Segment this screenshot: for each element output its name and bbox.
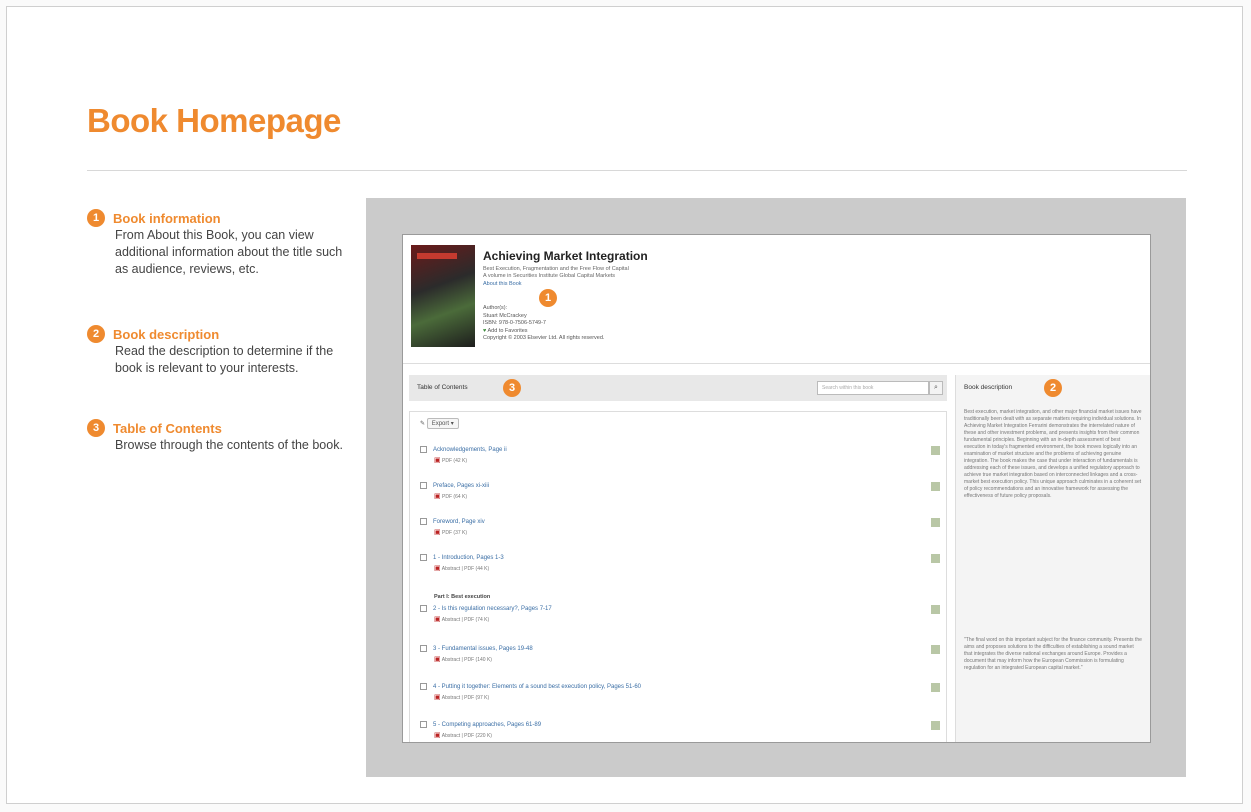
search-within-book-input[interactable]: Search within this book: [817, 381, 929, 395]
page-title: Book Homepage: [87, 102, 341, 139]
callout-description: Browse through the contents of the book.: [115, 438, 343, 452]
toc-item-sub[interactable]: PDF (37 K): [442, 530, 467, 536]
toc-checkbox[interactable]: [420, 645, 427, 652]
description-text: Best execution, market integration, and …: [964, 409, 1142, 499]
export-label: Export: [431, 421, 450, 427]
pdf-icon: ▣: [434, 565, 441, 573]
search-icon: ⌕: [934, 384, 938, 391]
callout-book-description: 2 Book description Read the description t…: [87, 325, 357, 377]
toc-item: 4 - Putting it together: Elements of a s…: [420, 683, 940, 701]
preview-icon[interactable]: [931, 554, 940, 563]
pdf-icon: ▣: [434, 694, 441, 702]
toc-item: Preface, Pages xi-xiii ▣ PDF (64 K): [420, 482, 940, 500]
callout-number-badge: 3: [87, 419, 105, 437]
preview-icon[interactable]: [931, 645, 940, 654]
book-metadata: Author(s): Stuart McCrackey ISBN: 978-0-…: [483, 305, 604, 343]
toc-checkbox[interactable]: [420, 446, 427, 453]
pdf-icon: ▣: [434, 656, 441, 664]
toc-checkbox[interactable]: [420, 683, 427, 690]
toc-checkbox[interactable]: [420, 554, 427, 561]
series-line: A volume in Securities Institute Global …: [483, 273, 616, 279]
page: Book Homepage 1 Book information From Abo…: [6, 6, 1243, 804]
export-icon: ✎: [420, 421, 426, 427]
screenshot-frame: Achieving Market Integration Best Execut…: [366, 198, 1186, 777]
callout-description: From About this Book, you can view addit…: [115, 228, 343, 276]
add-to-favorites-link[interactable]: ♥ Add to Favorites: [483, 328, 604, 336]
heart-icon: ♥: [483, 327, 487, 334]
pdf-icon: ▣: [434, 616, 441, 624]
toc-item: Foreword, Page xiv ▣ PDF (37 K): [420, 518, 940, 536]
embedded-screenshot: Achieving Market Integration Best Execut…: [402, 234, 1151, 743]
toc-item-sub[interactable]: Abstract | PDF (140 K): [442, 657, 492, 663]
toc-item-sub[interactable]: Abstract | PDF (44 K): [442, 566, 489, 572]
callout-marker-2: 2: [1044, 379, 1062, 397]
toc-item: Acknowledgements, Page ii ▣ PDF (42 K): [420, 446, 940, 464]
toc-item-link[interactable]: 1 - Introduction, Pages 1-3: [433, 555, 504, 561]
favorites-label: Add to Favorites: [487, 327, 528, 334]
pdf-icon: ▣: [434, 529, 441, 537]
toc-toolbar: ✎ Export ▾: [420, 418, 459, 429]
preview-icon[interactable]: [931, 446, 940, 455]
toc-item-link[interactable]: 4 - Putting it together: Elements of a s…: [433, 684, 641, 690]
callout-marker-3: 3: [503, 379, 521, 397]
toc-checkbox[interactable]: [420, 518, 427, 525]
toc-item-sub[interactable]: Abstract | PDF (74 K): [442, 617, 489, 623]
callout-number-badge: 1: [87, 209, 105, 227]
authors-label: Author(s):: [483, 305, 508, 311]
about-this-book-link[interactable]: About this Book: [483, 281, 522, 287]
author-name: Stuart McCrackey: [483, 312, 527, 319]
toc-item: 1 - Introduction, Pages 1-3 ▣ Abstract |…: [420, 554, 940, 572]
callout-description: Read the description to determine if the…: [115, 344, 334, 375]
pdf-icon: ▣: [434, 457, 441, 465]
preview-icon[interactable]: [931, 683, 940, 692]
toc-item-sub[interactable]: PDF (64 K): [442, 494, 467, 500]
divider: [87, 170, 1187, 171]
toc-header-bar: Table of Contents 3 Search within this b…: [409, 375, 947, 401]
description-label: Book description: [964, 384, 1013, 391]
toc-checkbox[interactable]: [420, 721, 427, 728]
toc-item-link[interactable]: 2 - Is this regulation necessary?, Pages…: [433, 606, 552, 612]
callout-title: Book information: [113, 210, 221, 226]
preview-icon[interactable]: [931, 721, 940, 730]
pdf-icon: ▣: [434, 493, 441, 501]
preview-icon[interactable]: [931, 518, 940, 527]
callout-number-badge: 2: [87, 325, 105, 343]
export-dropdown[interactable]: Export ▾: [426, 418, 459, 429]
toc-item-link[interactable]: Preface, Pages xi-xiii: [433, 483, 489, 489]
callout-title: Table of Contents: [113, 420, 222, 436]
description-quote: "The final word on this important subjec…: [964, 637, 1142, 671]
toc-item-link[interactable]: Foreword, Page xiv: [433, 519, 485, 525]
book-header: Achieving Market Integration Best Execut…: [403, 235, 1150, 364]
toc-item: 2 - Is this regulation necessary?, Pages…: [420, 605, 940, 623]
book-description-panel: Book description 2 Best execution, marke…: [955, 375, 1150, 742]
subtitle-line: Best Execution, Fragmentation and the Fr…: [483, 266, 629, 272]
book-subtitle: Best Execution, Fragmentation and the Fr…: [483, 266, 783, 280]
book-cover[interactable]: [411, 245, 475, 347]
toc-list: ✎ Export ▾ Acknowledgements, Page ii ▣ P…: [409, 411, 947, 742]
toc-item-link[interactable]: 5 - Competing approaches, Pages 61-89: [433, 722, 541, 728]
callout-title: Book description: [113, 326, 220, 342]
toc-item-sub[interactable]: Abstract | PDF (97 K): [442, 695, 489, 701]
toc-checkbox[interactable]: [420, 482, 427, 489]
toc-item-link[interactable]: 3 - Fundamental issues, Pages 19-48: [433, 646, 533, 652]
toc-part-heading: Part I: Best execution: [434, 594, 491, 600]
toc-item-sub[interactable]: Abstract | PDF (220 K): [442, 733, 492, 739]
callout-table-of-contents: 3 Table of Contents Browse through the co…: [87, 419, 357, 454]
toc-item: 5 - Competing approaches, Pages 61-89 ▣ …: [420, 721, 940, 739]
preview-icon[interactable]: [931, 605, 940, 614]
pdf-icon: ▣: [434, 732, 441, 740]
search-button[interactable]: ⌕: [929, 381, 943, 395]
isbn: ISBN: 978-0-7506-5749-7: [483, 320, 546, 326]
toc-item-link[interactable]: Acknowledgements, Page ii: [433, 447, 507, 453]
callout-book-information: 1 Book information From About this Book, …: [87, 209, 357, 278]
preview-icon[interactable]: [931, 482, 940, 491]
book-title: Achieving Market Integration: [483, 249, 648, 263]
copyright: Copyright © 2003 Elsevier Ltd. All right…: [483, 335, 605, 341]
toc-item-sub[interactable]: PDF (42 K): [442, 458, 467, 464]
toc-label: Table of Contents: [417, 384, 468, 391]
toc-checkbox[interactable]: [420, 605, 427, 612]
toc-item: 3 - Fundamental issues, Pages 19-48 ▣ Ab…: [420, 645, 940, 663]
